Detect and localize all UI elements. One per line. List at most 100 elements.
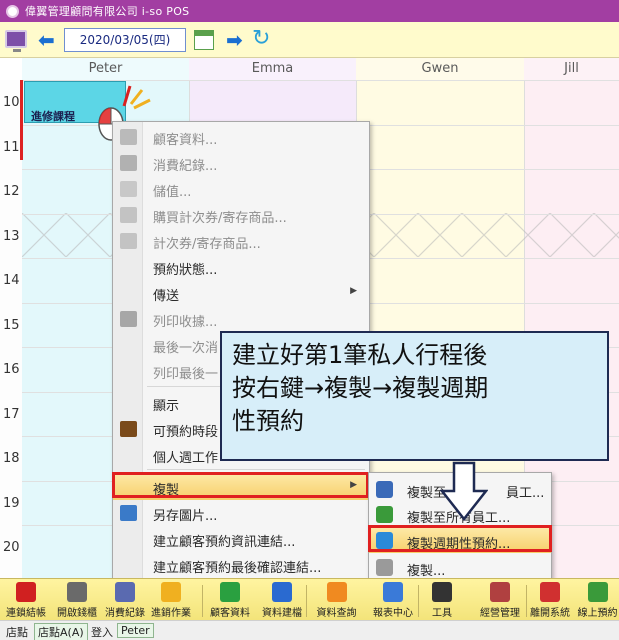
copy-submenu-item-suffix: 員工... <box>506 486 545 501</box>
hour-label: 16 <box>3 362 20 377</box>
previous-day-arrow-icon[interactable]: ⬅ <box>38 30 55 50</box>
nav-button-icon <box>540 582 560 602</box>
context-menu-item-label: 複製 <box>153 483 180 498</box>
nav-button-label: 進銷作業 <box>151 608 191 619</box>
submenu-arrow-icon: ▶ <box>350 286 357 296</box>
nav-button-label: 連鎖結帳 <box>6 608 46 619</box>
hour-label: 18 <box>3 451 20 466</box>
document-icon <box>376 559 393 576</box>
store-label: 店點 <box>6 626 28 639</box>
context-menu-item[interactable]: 複製 ▶ <box>113 474 369 500</box>
nav-button-label: 報表中心 <box>373 608 413 619</box>
context-menu-item[interactable]: 另存圖片... <box>113 500 369 526</box>
nav-button-label: 工具 <box>432 608 452 619</box>
staff-column-header-peter[interactable]: Peter <box>22 58 189 80</box>
copy-submenu-item[interactable]: 複製週期性預約... <box>369 528 551 553</box>
context-menu-item[interactable]: 建立顧客預約資訊連結... <box>113 526 369 552</box>
nav-button[interactable]: 資料查詢 <box>309 579 364 621</box>
app-logo-icon <box>6 4 19 18</box>
staff-column-header-jill[interactable]: Jill <box>524 58 619 80</box>
nav-button-label: 開啟錢櫃 <box>57 608 97 619</box>
hour-label: 11 <box>3 139 20 155</box>
nav-button-icon <box>220 582 240 602</box>
context-menu-item-label: 傳送 <box>153 289 180 304</box>
context-menu-item-label: 儲值... <box>153 185 192 200</box>
nav-button[interactable]: 線上預約 <box>576 579 619 621</box>
nav-separator <box>306 585 307 617</box>
ticket-icon <box>120 233 137 249</box>
hour-label: 10 <box>3 95 20 110</box>
context-menu-item[interactable]: 購買計次券/寄存商品... <box>113 202 369 228</box>
staff-column-header-emma[interactable]: Emma <box>189 58 356 80</box>
context-menu-item[interactable]: 消費紀錄... <box>113 150 369 176</box>
status-bar: 店點 店點A(A) 登入 Peter <box>0 620 619 640</box>
nav-button[interactable]: 開啟錢櫃 <box>52 579 102 621</box>
next-day-arrow-icon[interactable]: ➡ <box>226 30 243 50</box>
nav-separator <box>418 585 419 617</box>
menu-separator <box>147 469 365 470</box>
context-menu-item-label: 可預約時段 <box>153 425 219 440</box>
nav-button[interactable]: 離開系統 <box>528 579 572 621</box>
nav-button[interactable]: 經營管理 <box>474 579 526 621</box>
store-value: 店點A(A) <box>34 623 88 640</box>
window-title: 偉翼管理顧問有限公司 i-so POS <box>25 5 190 18</box>
callout-line-1: 建立好第1筆私人行程後 <box>232 341 488 369</box>
context-menu-item[interactable]: 建立顧客預約最後確認連結... <box>113 552 369 578</box>
nav-separator <box>526 585 527 617</box>
nav-separator <box>202 585 203 617</box>
hour-label: 13 <box>3 228 20 244</box>
nav-button[interactable]: 工具 <box>422 579 462 621</box>
refresh-icon[interactable]: ↻ <box>252 27 270 51</box>
context-menu-item-label: 計次券/寄存商品... <box>153 237 261 252</box>
context-menu-item[interactable]: 儲值... <box>113 176 369 202</box>
nav-button[interactable]: 資料建檔 <box>255 579 309 621</box>
context-menu-item-label: 顧客資料... <box>153 133 218 148</box>
context-menu-item[interactable]: 列印收據... <box>113 306 369 332</box>
context-menu-item-label: 顯示 <box>153 399 180 414</box>
nav-button-label: 資料查詢 <box>316 608 357 619</box>
nav-button[interactable]: 進銷作業 <box>148 579 194 621</box>
save-image-icon <box>120 505 137 521</box>
nav-button-icon <box>383 582 403 602</box>
context-menu-item-label: 建立顧客預約資訊連結... <box>153 535 296 550</box>
submenu-arrow-icon: ▶ <box>350 480 357 490</box>
nav-button-label: 消費紀錄 <box>105 608 145 619</box>
copy-submenu-item-label: 複製週期性預約... <box>407 537 511 552</box>
nav-button-label: 線上預約 <box>577 608 618 619</box>
recurring-icon <box>376 532 393 549</box>
login-value: Peter <box>117 623 154 638</box>
context-menu-item[interactable]: 計次券/寄存商品... <box>113 228 369 254</box>
context-menu-item-label: 列印最後一 <box>153 367 219 382</box>
context-menu-item-label: 消費紀錄... <box>153 159 218 174</box>
person-icon <box>376 481 393 498</box>
hour-label: 20 <box>3 540 20 555</box>
nav-button-label: 經營管理 <box>480 608 520 619</box>
hour-label: 17 <box>3 406 20 422</box>
context-menu-item[interactable]: 預約狀態... <box>113 254 369 280</box>
nav-button-icon <box>115 582 135 602</box>
context-menu-item-label: 另存圖片... <box>153 509 218 524</box>
context-menu-item[interactable]: 顧客資料... <box>113 124 369 150</box>
nav-button[interactable]: 顧客資料 <box>205 579 255 621</box>
context-menu-item-label: 列印收據... <box>153 315 218 330</box>
hour-label: 15 <box>3 317 20 333</box>
staff-column-header-gwen[interactable]: Gwen <box>356 58 524 80</box>
date-field[interactable]: 2020/03/05(四) <box>64 28 186 52</box>
context-menu-item-label: 購買計次券/寄存商品... <box>153 211 287 226</box>
context-menu-item[interactable]: 傳送 ▶ <box>113 280 369 306</box>
printer-icon <box>120 311 137 327</box>
nav-button[interactable]: 連鎖結帳 <box>0 579 52 621</box>
nav-button[interactable]: 消費紀錄 <box>102 579 148 621</box>
nav-button-icon <box>490 582 510 602</box>
monitor-icon[interactable] <box>5 30 27 52</box>
money-icon <box>120 181 137 197</box>
login-label: 登入 <box>91 626 113 639</box>
current-time-marker <box>20 80 23 160</box>
context-menu-item-label: 建立顧客預約最後確認連結... <box>153 561 322 576</box>
nav-button-icon <box>67 582 87 602</box>
hour-label: 12 <box>3 184 20 199</box>
calendar-icon[interactable] <box>194 30 214 50</box>
nav-button[interactable]: 報表中心 <box>364 579 422 621</box>
file-icon <box>120 129 137 145</box>
copy-submenu-item[interactable]: 複製... <box>369 555 551 580</box>
